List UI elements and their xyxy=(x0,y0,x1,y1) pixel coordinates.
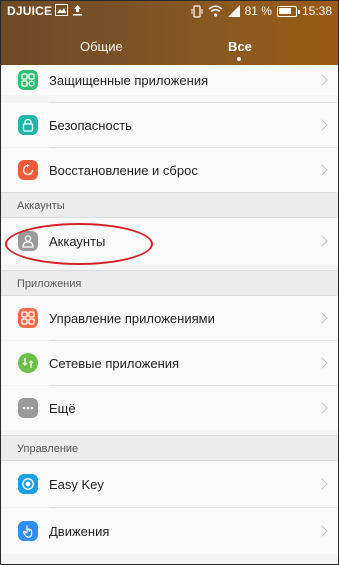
section-header-accounts: Аккаунты xyxy=(1,192,338,218)
backup-reset-label: Восстановление и сброс xyxy=(49,163,198,178)
chevron-right-icon xyxy=(316,74,328,86)
chevron-right-icon xyxy=(316,478,328,490)
chevron-right-icon xyxy=(316,357,328,369)
status-right: 81 % 15:38 xyxy=(191,4,332,18)
list-item-app-management[interactable]: Управление приложениями xyxy=(1,296,338,340)
vibrate-icon xyxy=(191,4,203,18)
list-item-network-apps[interactable]: Сетевые приложения xyxy=(1,341,338,385)
status-bar: DJUICE 81 % 15:38 xyxy=(1,1,338,21)
list-item-accounts[interactable]: Аккаунты xyxy=(1,218,338,264)
security-label: Безопасность xyxy=(49,118,132,133)
accounts-label: Аккаунты xyxy=(49,234,106,249)
network-apps-label: Сетевые приложения xyxy=(49,356,180,371)
chevron-right-icon xyxy=(316,119,328,131)
section-accounts-title: Аккаунты xyxy=(17,200,65,212)
tab-general[interactable]: Общие xyxy=(80,39,123,54)
battery-percent: 81 % xyxy=(244,4,272,18)
wifi-icon xyxy=(208,5,223,17)
list-item-more[interactable]: Ещё xyxy=(1,386,338,430)
network-apps-icon xyxy=(18,353,38,373)
app-management-label: Управление приложениями xyxy=(49,311,215,326)
more-dots-icon xyxy=(18,398,38,418)
signal-icon xyxy=(227,5,240,17)
motions-label: Движения xyxy=(49,524,110,539)
more-label: Ещё xyxy=(49,401,76,416)
carrier-name: DJUICE xyxy=(7,4,53,18)
active-tab-indicator xyxy=(237,57,241,61)
restore-icon xyxy=(18,160,38,180)
list-item-security[interactable]: Безопасность xyxy=(1,103,338,147)
chevron-right-icon xyxy=(316,312,328,324)
list-item-protected-apps[interactable]: Защищенные приложения xyxy=(1,65,338,95)
protected-apps-label: Защищенные приложения xyxy=(49,73,209,88)
protected-apps-icon xyxy=(18,70,38,90)
clock: 15:38 xyxy=(301,4,332,18)
section-control-title: Управление xyxy=(17,443,79,455)
tab-bar: Общие Все xyxy=(1,35,338,65)
section-apps-title: Приложения xyxy=(17,278,82,290)
easy-key-icon xyxy=(18,474,38,494)
gesture-hand-icon xyxy=(18,521,38,541)
image-notification-icon xyxy=(55,4,68,16)
notification-icons xyxy=(55,4,83,16)
list-item-motions[interactable]: Движения xyxy=(1,508,338,554)
section-header-apps: Приложения xyxy=(1,270,338,296)
battery-icon xyxy=(276,5,300,17)
tab-all[interactable]: Все xyxy=(228,39,252,54)
chevron-right-icon xyxy=(316,164,328,176)
account-icon xyxy=(18,231,38,251)
chevron-right-icon xyxy=(316,235,328,247)
chevron-right-icon xyxy=(316,402,328,414)
apps-grid-icon xyxy=(18,308,38,328)
easy-key-label: Easy Key xyxy=(49,477,104,492)
upload-notification-icon xyxy=(73,5,82,16)
lock-icon xyxy=(18,115,38,135)
list-item-backup-reset[interactable]: Восстановление и сброс xyxy=(1,148,338,192)
chevron-right-icon xyxy=(316,525,328,537)
section-header-control: Управление xyxy=(1,435,338,461)
list-item-easy-key[interactable]: Easy Key xyxy=(1,461,338,507)
header: DJUICE 81 % 15:38 Общие Все xyxy=(1,1,338,65)
